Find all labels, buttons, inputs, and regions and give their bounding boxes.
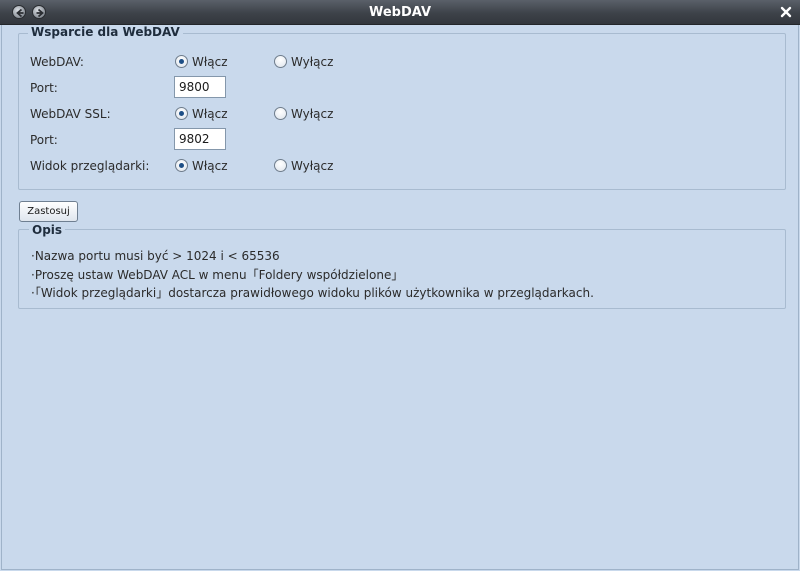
browser-enable-label[interactable]: Włącz: [192, 159, 228, 173]
ssl-disable-radio[interactable]: [274, 107, 287, 120]
webdav-ssl-label: WebDAV SSL:: [30, 107, 111, 121]
close-icon: [780, 6, 792, 18]
main-panel: Wsparcie dla WebDAV WebDAV: Włącz Wyłącz…: [1, 25, 799, 570]
description-line-2: ·Proszę ustaw WebDAV ACL w menu「Foldery …: [31, 268, 404, 282]
browser-disable-radio[interactable]: [274, 159, 287, 172]
webdav-support-legend: Wsparcie dla WebDAV: [28, 25, 183, 39]
description-line-1: ·Nazwa portu musi być > 1024 i < 65536: [31, 249, 280, 263]
browser-view-label: Widok przeglądarki:: [30, 159, 150, 173]
ssl-port-input[interactable]: [174, 128, 226, 150]
title-bar: WebDAV: [0, 0, 800, 25]
webdav-enable-radio[interactable]: [175, 55, 188, 68]
description-legend: Opis: [29, 223, 66, 237]
ssl-enable-label[interactable]: Włącz: [192, 107, 228, 121]
webdav-port-input[interactable]: [174, 76, 226, 98]
browser-disable-label[interactable]: Wyłącz: [291, 159, 333, 173]
webdav-disable-label[interactable]: Wyłącz: [291, 55, 333, 69]
ssl-enable-radio[interactable]: [175, 107, 188, 120]
apply-button[interactable]: Zastosuj: [19, 201, 78, 222]
port-label: Port:: [30, 81, 58, 95]
webdav-label: WebDAV:: [30, 55, 84, 69]
close-button[interactable]: [778, 4, 794, 20]
browser-enable-radio[interactable]: [175, 159, 188, 172]
description-group: Opis ·Nazwa portu musi być > 1024 i < 65…: [18, 223, 786, 309]
ssl-port-label: Port:: [30, 133, 58, 147]
webdav-disable-radio[interactable]: [274, 55, 287, 68]
webdav-support-group: Wsparcie dla WebDAV WebDAV: Włącz Wyłącz…: [18, 25, 786, 190]
window-title: WebDAV: [368, 5, 432, 20]
description-line-3: ·「Widok przeglądarki」dostarcza prawidłow…: [31, 286, 594, 300]
ssl-disable-label[interactable]: Wyłącz: [291, 107, 333, 121]
webdav-enable-label[interactable]: Włącz: [192, 55, 228, 69]
